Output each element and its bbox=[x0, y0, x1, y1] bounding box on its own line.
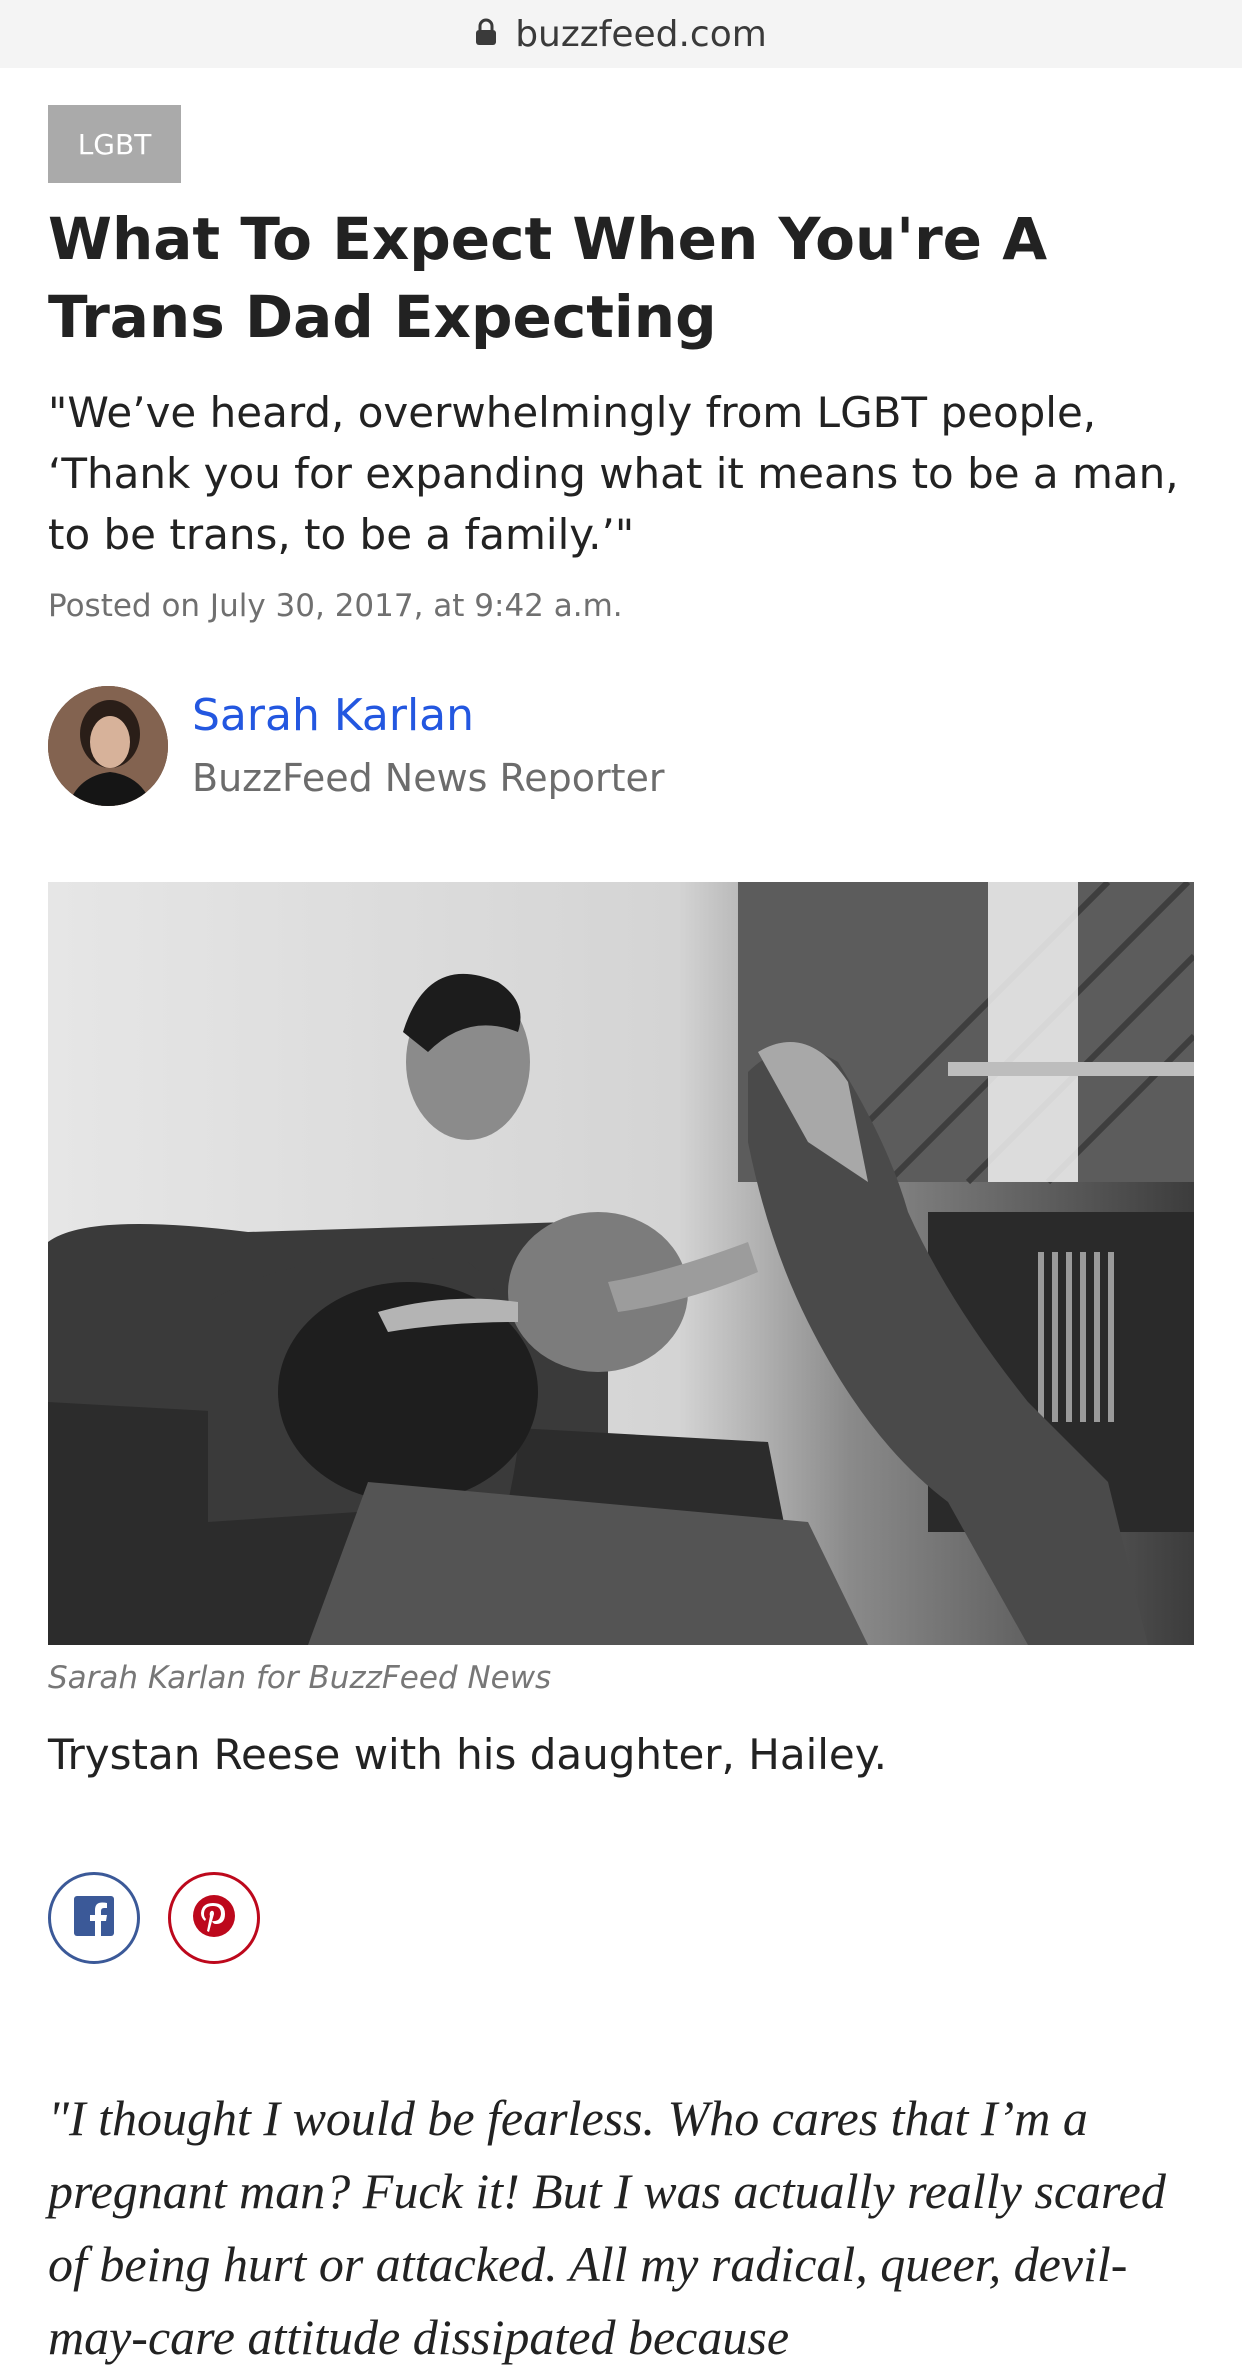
posted-timestamp: Posted on July 30, 2017, at 9:42 a.m. bbox=[48, 588, 623, 624]
author-avatar[interactable] bbox=[48, 686, 168, 806]
photo-credit: Sarah Karlan for BuzzFeed News bbox=[48, 1660, 552, 1696]
photo-caption: Trystan Reese with his daughter, Hailey. bbox=[48, 1730, 887, 1779]
article-headline: What To Expect When You're A Trans Dad E… bbox=[48, 205, 1048, 351]
article-dek: "We’ve heard, overwhelmingly from LGBT p… bbox=[48, 388, 1179, 559]
facebook-share-button[interactable] bbox=[48, 1872, 140, 1964]
category-tag[interactable]: LGBT bbox=[48, 105, 181, 183]
lock-icon bbox=[475, 14, 497, 55]
url-text: buzzfeed.com bbox=[515, 13, 767, 55]
pinterest-share-button[interactable] bbox=[168, 1872, 260, 1964]
author-role: BuzzFeed News Reporter bbox=[192, 756, 665, 800]
pinterest-icon bbox=[192, 1894, 236, 1943]
pull-quote: "I thought I would be fearless. Who care… bbox=[48, 2090, 1166, 2365]
browser-url-bar[interactable]: buzzfeed.com bbox=[0, 0, 1242, 68]
author-name-link[interactable]: Sarah Karlan bbox=[192, 690, 474, 741]
facebook-icon bbox=[74, 1895, 114, 1941]
article-photo bbox=[48, 882, 1194, 1645]
